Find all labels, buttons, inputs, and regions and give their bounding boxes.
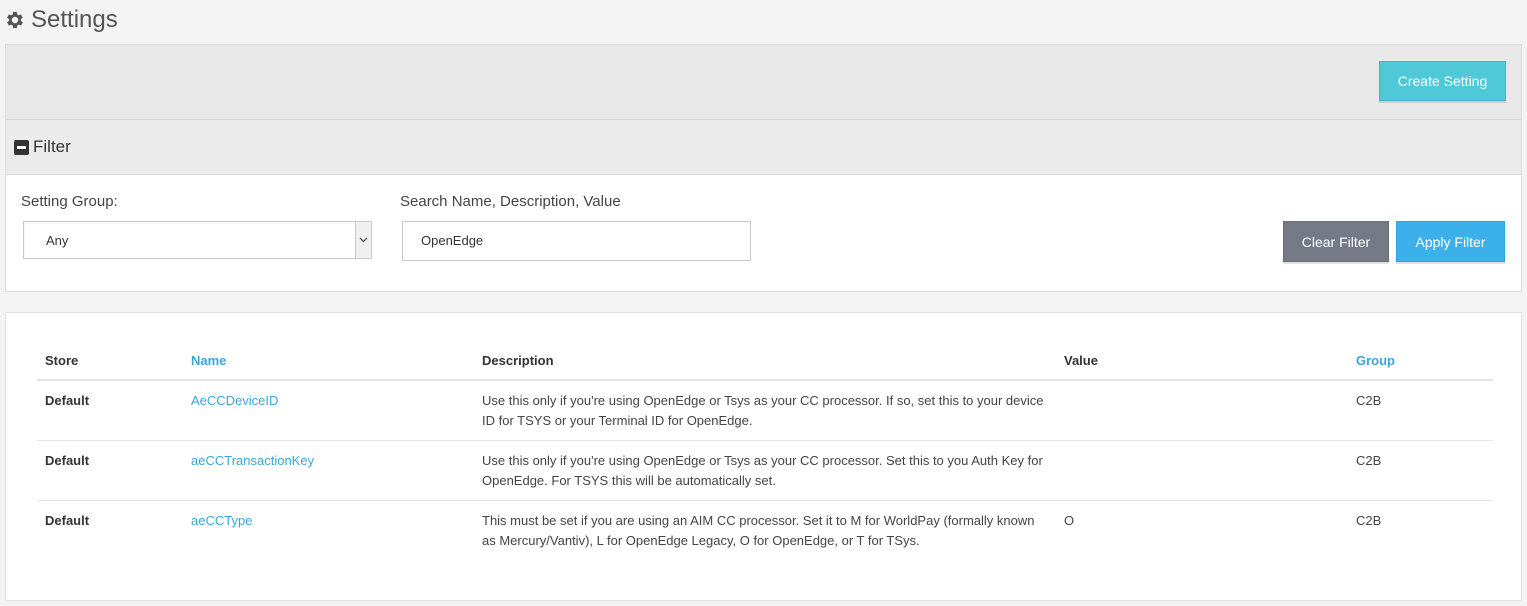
column-header-value: Value	[1056, 341, 1348, 381]
page-header: Settings	[4, 4, 118, 36]
cell-value	[1056, 440, 1348, 501]
column-header-description: Description	[474, 341, 1056, 381]
setting-group-value: Any	[46, 233, 69, 248]
table-row: Default AeCCDeviceID Use this only if yo…	[37, 380, 1493, 441]
gear-icon	[4, 9, 26, 31]
setting-name-link[interactable]: aeCCType	[183, 501, 474, 561]
toolbar: Create Setting	[6, 45, 1521, 120]
apply-filter-button[interactable]: Apply Filter	[1396, 221, 1505, 262]
cell-group: C2B	[1356, 513, 1382, 528]
cell-store: Default	[37, 440, 183, 501]
filter-header[interactable]: Filter	[6, 120, 1521, 175]
create-setting-button[interactable]: Create Setting	[1379, 61, 1506, 101]
cell-store: Default	[37, 380, 183, 441]
table-row: Default aeCCTransactionKey Use this only…	[37, 440, 1493, 501]
setting-group-label: Setting Group:	[21, 193, 118, 210]
column-header-name[interactable]: Name	[183, 341, 474, 381]
setting-group-select[interactable]: Any	[23, 221, 372, 259]
column-header-store: Store	[37, 341, 183, 381]
column-header-group[interactable]: Group	[1348, 341, 1493, 381]
filter-title: Filter	[33, 137, 71, 156]
setting-name-link[interactable]: aeCCTransactionKey	[183, 440, 474, 501]
cell-group: C2B	[1348, 380, 1493, 441]
cell-description: Use this only if you're using OpenEdge o…	[474, 380, 1056, 441]
cell-value	[1056, 380, 1348, 441]
cell-store: Default	[45, 513, 90, 528]
cell-group: C2B	[1348, 440, 1493, 501]
cell-description: Use this only if you're using OpenEdge o…	[474, 440, 1056, 501]
setting-name-link[interactable]: AeCCDeviceID	[183, 380, 474, 441]
search-label: Search Name, Description, Value	[400, 193, 621, 210]
filter-body: Setting Group: Any Search Name, Descript…	[6, 175, 1521, 291]
page-title: Settings	[31, 6, 118, 33]
cell-value: O	[1064, 513, 1075, 528]
table-row: Default aeCCType This must be set if you…	[37, 501, 1493, 561]
cell-description: This must be set if you are using an AIM…	[482, 513, 1035, 548]
settings-panel: Create Setting Filter Setting Group: Any…	[5, 44, 1522, 292]
table-header-row: Store Name Description Value Group	[37, 341, 1493, 381]
clear-filter-button[interactable]: Clear Filter	[1283, 221, 1389, 262]
search-input[interactable]: OpenEdge	[402, 221, 751, 261]
collapse-minus-icon[interactable]	[14, 139, 29, 155]
settings-table: Store Name Description Value Group Defau…	[37, 341, 1493, 560]
results-panel: Store Name Description Value Group Defau…	[5, 312, 1522, 601]
chevron-down-icon[interactable]	[355, 222, 371, 258]
